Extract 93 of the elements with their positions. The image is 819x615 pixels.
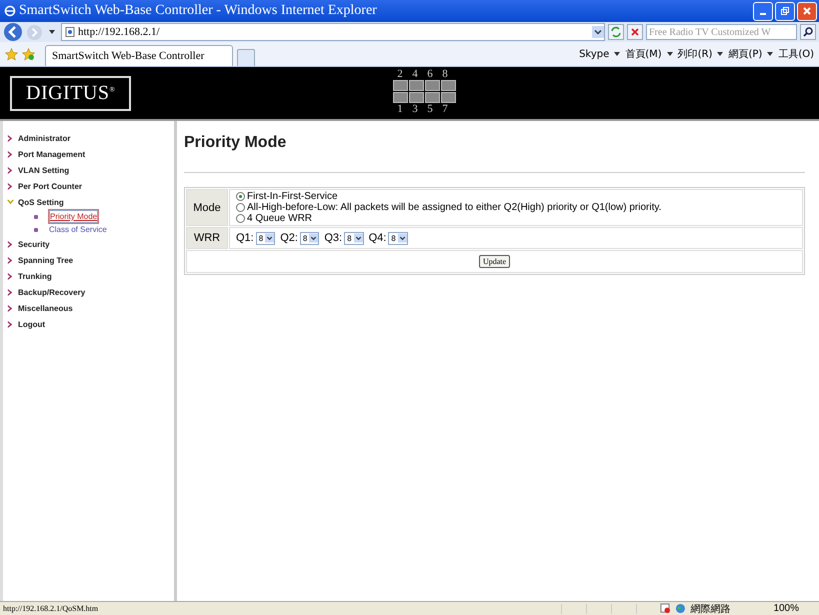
nav-link[interactable]: QoS Setting [18, 198, 64, 206]
nav-link[interactable]: Administrator [18, 134, 70, 142]
port-icon [441, 80, 456, 91]
dropdown-icon[interactable] [49, 30, 55, 34]
dropdown-icon[interactable] [717, 52, 724, 56]
bullet-icon [34, 228, 38, 232]
option-label: All-High-before-Low: All packets will be assigned to either Q2(High) priority or Q1(low) priority. [247, 202, 662, 213]
port-icon [393, 80, 408, 91]
restore-icon [780, 6, 790, 16]
address-field[interactable]: http://192.168.2.1/ [61, 23, 605, 41]
star-icon[interactable] [5, 48, 18, 60]
port-number: 1 [396, 104, 404, 114]
nav-link[interactable]: Logout [18, 320, 46, 328]
nav-link[interactable]: Miscellaneous [18, 304, 73, 312]
refresh-button[interactable] [608, 24, 624, 40]
nav-link[interactable]: Trunking [18, 272, 52, 280]
search-button[interactable] [800, 24, 816, 40]
queue-label: Q4: [368, 232, 386, 244]
page-title: Priority Mode [184, 134, 288, 152]
command-button[interactable]: 工具(O) [778, 47, 814, 61]
blocked-icon [660, 603, 672, 614]
back-icon [3, 22, 23, 42]
globe-icon [675, 603, 686, 614]
port-number: 6 [426, 69, 434, 79]
port-number: 5 [426, 104, 434, 114]
queue-label: Q3: [324, 232, 342, 244]
close-button[interactable] [797, 2, 817, 20]
nav-link[interactable]: Port Management [18, 150, 86, 158]
nav-link[interactable]: VLAN Setting [18, 166, 70, 174]
stop-button[interactable] [627, 24, 643, 40]
nav-link[interactable]: Spanning Tree [18, 256, 74, 264]
option-label: First-In-First-Service [247, 191, 338, 202]
radio-button[interactable] [236, 192, 245, 201]
nav-link[interactable]: Priority Mode [49, 210, 98, 223]
nav-link[interactable]: Security [18, 240, 50, 248]
port-icon [425, 80, 440, 91]
queue-select[interactable]: 8 [256, 232, 276, 244]
option-label: 4 Queue WRR [247, 213, 312, 224]
dropdown-icon[interactable] [666, 52, 673, 56]
bullet-icon [34, 214, 38, 218]
nav-link[interactable]: Per Port Counter [18, 182, 82, 190]
window-title: SmartSwitch Web-Base Controller - Windows Internet Explorer [19, 3, 377, 19]
port-icon [425, 92, 440, 103]
zoom-level[interactable]: 100% [773, 603, 819, 614]
dropdown-icon [354, 233, 363, 243]
port-icon [409, 80, 424, 91]
port-number: 3 [411, 104, 419, 114]
dropdown-icon [309, 233, 318, 243]
close-icon [629, 26, 641, 38]
dropdown-icon [265, 233, 274, 243]
browser-icon [4, 5, 16, 17]
row-label: WRR [186, 227, 228, 249]
dropdown-icon[interactable] [592, 26, 604, 38]
port-number: 2 [396, 69, 404, 79]
queue-label: Q1: [236, 232, 254, 244]
update-button[interactable]: Update [478, 255, 510, 268]
queue-select[interactable]: 8 [300, 232, 320, 244]
status-text: http://192.168.2.1/QoSM.htm [2, 604, 100, 613]
port-number: 7 [441, 104, 449, 114]
command-button[interactable]: 列印(R) [678, 47, 712, 61]
refresh-icon [610, 26, 622, 38]
dropdown-icon[interactable] [767, 52, 774, 56]
page-icon [65, 27, 75, 37]
restore-button[interactable] [775, 2, 795, 20]
forward-icon [26, 24, 43, 40]
command-button[interactable]: 網頁(P) [728, 47, 762, 61]
search-icon [802, 26, 814, 38]
minimize-icon [760, 13, 766, 15]
browser-tab[interactable]: SmartSwitch Web-Base Controller [45, 45, 233, 66]
minimize-button[interactable] [753, 2, 773, 20]
command-button[interactable]: 首頁(M) [625, 47, 662, 61]
radio-button[interactable] [236, 203, 245, 212]
close-icon [802, 6, 812, 16]
command-button[interactable]: Skype [579, 48, 610, 60]
nav-link[interactable]: Backup/Recovery [18, 288, 86, 296]
zone-text: 網際網路 [690, 602, 732, 615]
search-field[interactable]: Free Radio TV Customized W [646, 24, 797, 40]
port-number: 8 [441, 69, 449, 79]
port-icon [409, 92, 424, 103]
back-button[interactable] [3, 22, 23, 42]
row-label: Mode [186, 189, 228, 226]
queue-select[interactable]: 8 [344, 232, 364, 244]
queue-select[interactable]: 8 [388, 232, 408, 244]
queue-label: Q2: [280, 232, 298, 244]
port-icon [393, 92, 408, 103]
add-favorite-icon[interactable] [22, 48, 35, 60]
nav-link[interactable]: Class of Service [49, 225, 107, 234]
logo: DIGITUS$^{®}$ [10, 76, 132, 110]
radio-button[interactable] [236, 214, 245, 223]
dropdown-icon[interactable] [614, 52, 620, 56]
port-icon [441, 92, 456, 103]
port-number: 4 [411, 69, 419, 79]
dropdown-icon [398, 233, 407, 243]
